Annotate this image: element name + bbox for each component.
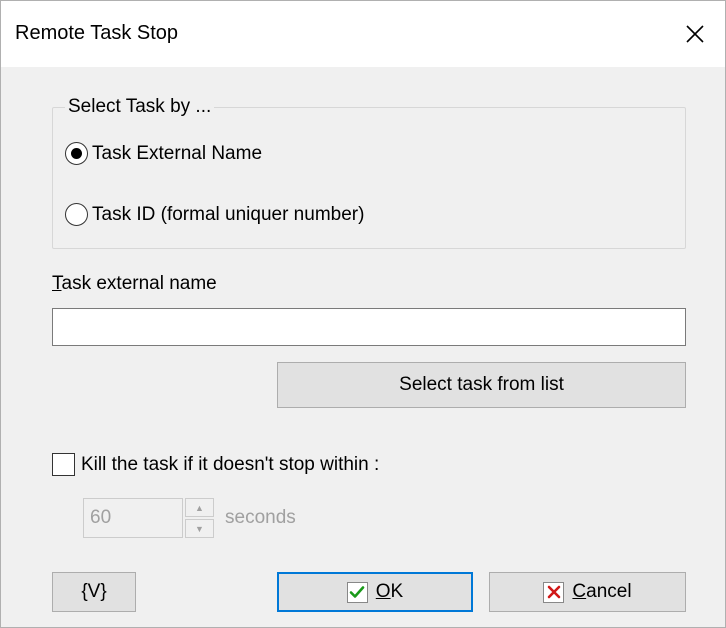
arrow-down-icon: ▼ [195,523,204,534]
spinner-up-button[interactable]: ▲ [185,498,214,517]
x-icon [543,581,565,603]
task-external-name-label: Task external name [52,273,217,294]
spinner-down-button[interactable]: ▼ [185,519,214,538]
title-bar: Remote Task Stop [1,1,725,67]
radio-task-id[interactable]: Task ID (formal uniquer number) [65,203,364,226]
radio-button-external-name[interactable] [65,142,88,165]
variables-button[interactable]: {V} [52,572,136,612]
cancel-button-label: Cancel [572,581,632,602]
kill-task-option[interactable]: Kill the task if it doesn't stop within … [52,453,379,476]
select-task-from-list-button[interactable]: Select task from list [277,362,686,408]
task-external-name-input[interactable] [52,308,686,346]
select-task-group [52,107,686,249]
radio-button-task-id[interactable] [65,203,88,226]
close-icon [686,25,704,43]
kill-task-label: Kill the task if it doesn't stop within … [81,453,380,475]
check-icon [346,581,368,603]
arrow-up-icon: ▲ [195,502,204,513]
seconds-input[interactable] [83,498,183,538]
seconds-spinner: ▲ ▼ [83,498,214,538]
spinner-buttons: ▲ ▼ [185,498,214,538]
cancel-button[interactable]: Cancel [489,572,686,612]
radio-selected-dot [71,148,82,159]
kill-task-checkbox[interactable] [52,453,75,476]
close-button[interactable] [665,1,725,67]
ok-button[interactable]: OK [277,572,473,612]
select-task-group-legend: Select Task by ... [65,96,215,118]
remote-task-stop-dialog: Remote Task Stop Select Task by ... Task… [0,0,726,628]
window-title: Remote Task Stop [15,22,179,44]
radio-label-task-id: Task ID (formal uniquer number) [92,203,365,225]
ok-button-label: OK [375,581,404,602]
seconds-unit-label: seconds [225,507,296,528]
radio-task-external-name[interactable]: Task External Name [65,142,262,165]
radio-label-external-name: Task External Name [92,142,263,164]
